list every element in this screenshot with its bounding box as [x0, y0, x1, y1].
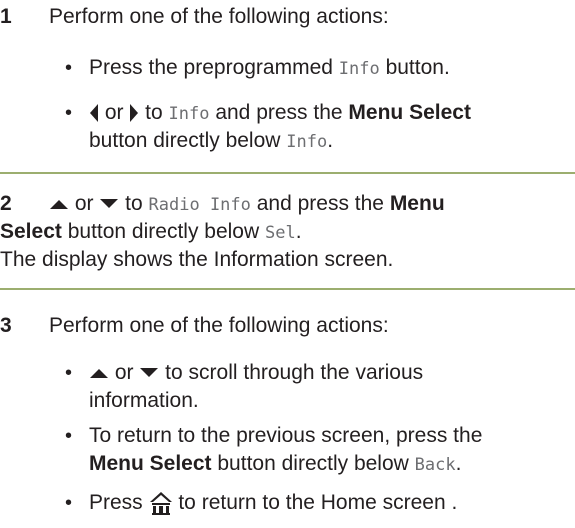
step-3-bullet-2-line-1: To return to the previous screen, press … — [89, 424, 483, 447]
down-arrow-icon — [99, 192, 119, 215]
step-3-bullet-1-line-2: information. — [89, 389, 199, 412]
step-1-bullet-1: Press the preprogrammed Info button. — [89, 56, 450, 79]
down-arrow-icon — [139, 361, 159, 384]
step-3-number: 3 — [0, 314, 12, 337]
softkey-back-label: Back — [414, 455, 456, 475]
step-2-line-3: The display shows the Information screen… — [0, 248, 394, 271]
instruction-page: 1 Perform one of the following actions: … — [0, 0, 575, 528]
step-3-intro: Perform one of the following actions: — [49, 314, 389, 337]
softkey-sel-label: Sel — [264, 223, 296, 243]
step-2-number: 2 — [0, 192, 12, 215]
right-arrow-icon — [129, 101, 139, 124]
step-3-bullet-2-line-2: Menu Select button directly below Back. — [89, 452, 462, 475]
step-1-bullet-2-line-2: button directly below Info. — [89, 129, 334, 152]
up-arrow-icon — [89, 361, 109, 384]
bullet: • — [65, 362, 73, 384]
bullet: • — [65, 102, 73, 124]
step-2-line-1: or to Radio Info and press the Menu — [49, 191, 445, 218]
step-3-bullet-3: Press to return to the Home screen . — [89, 491, 458, 516]
step-3-bullet-1-line-1: or to scroll through the various — [89, 360, 423, 386]
softkey-info-label: Info — [286, 132, 328, 152]
step-1-intro: Perform one of the following actions: — [49, 5, 389, 28]
step-1-bullet-2-line-1: or to Info and press the Menu Select — [89, 100, 471, 127]
home-icon — [149, 491, 173, 516]
menu-item-radio-info: Radio Info — [148, 195, 251, 215]
softkey-info-label: Info — [168, 104, 210, 124]
bullet: • — [65, 492, 73, 514]
softkey-info-label: Info — [338, 59, 380, 79]
bullet: • — [65, 57, 73, 79]
step-2-line-2: Select button directly below Sel. — [0, 220, 302, 243]
up-arrow-icon — [49, 192, 69, 215]
section-divider — [0, 172, 575, 174]
bullet: • — [65, 425, 73, 447]
step-1-number: 1 — [0, 5, 12, 28]
left-arrow-icon — [89, 101, 99, 124]
section-divider — [0, 288, 575, 290]
